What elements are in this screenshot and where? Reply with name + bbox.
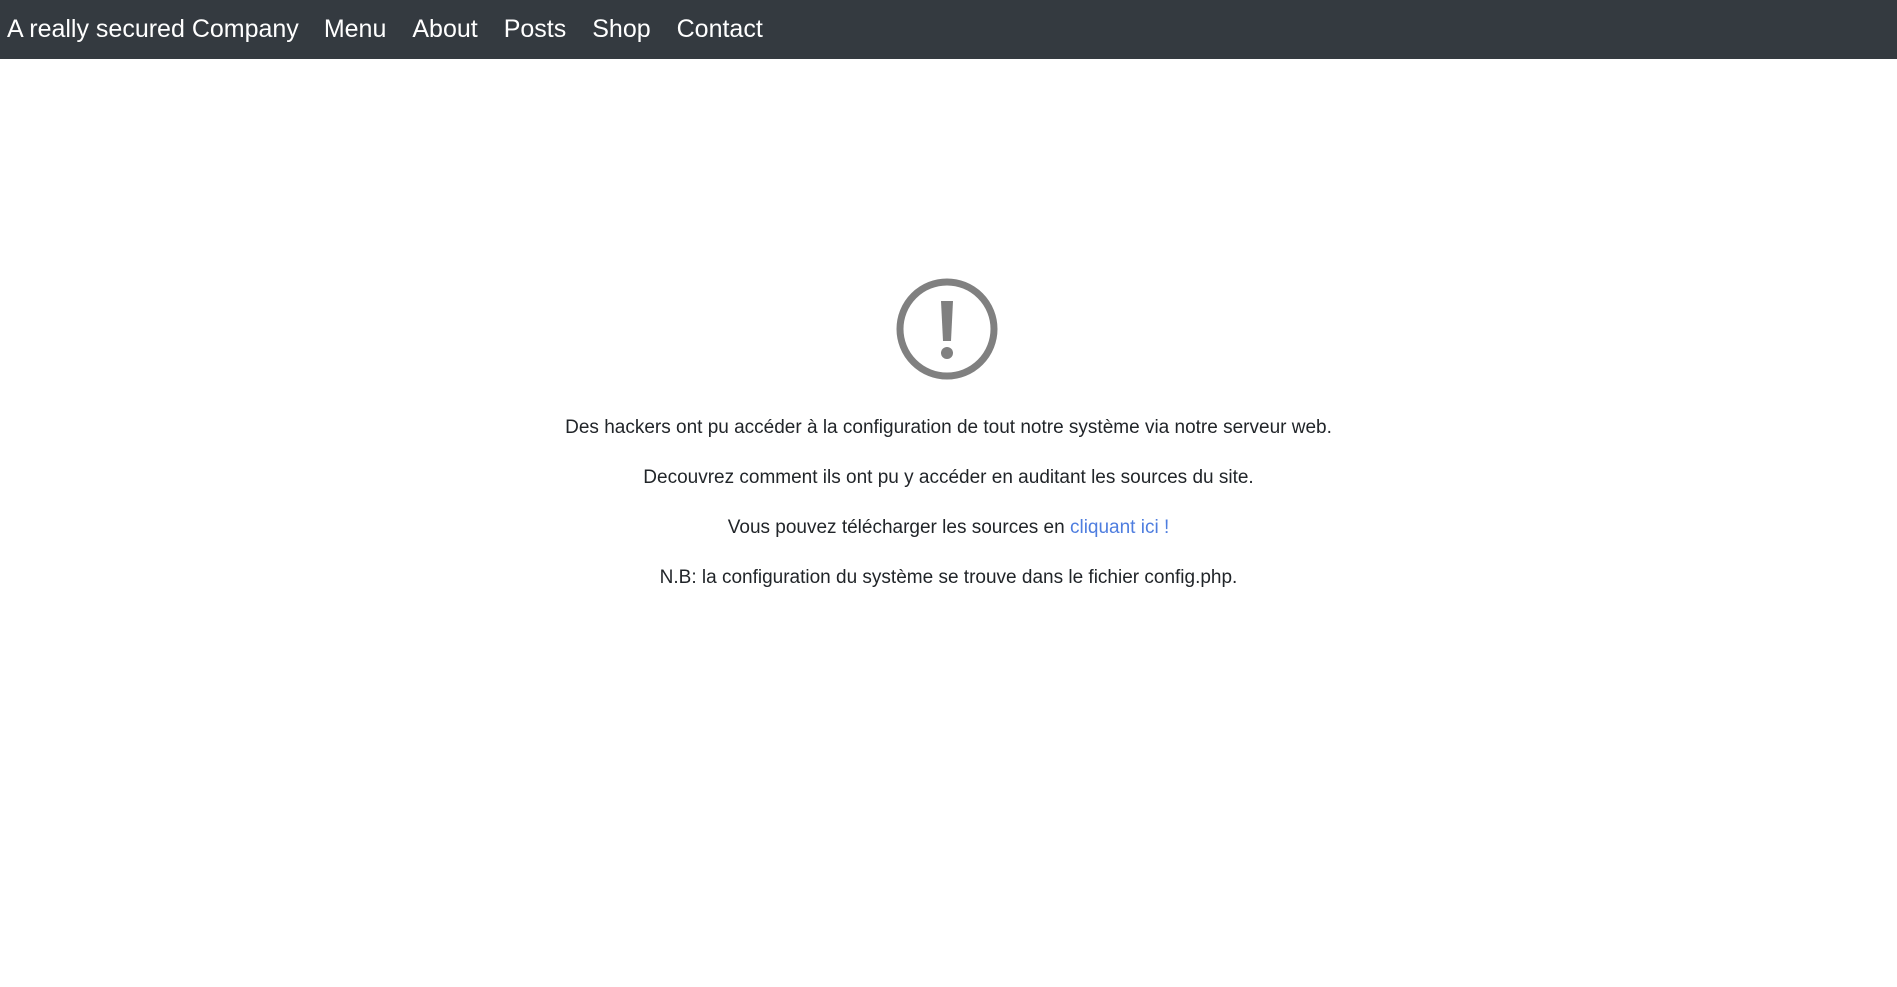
- download-text: Vous pouvez télécharger les sources en: [727, 517, 1070, 538]
- main-content: Des hackers ont pu accéder à la configur…: [0, 59, 1897, 987]
- brand-link[interactable]: A really secured Company: [7, 15, 299, 44]
- message-hackers: Des hackers ont pu accéder à la configur…: [565, 417, 1332, 438]
- nav-link-shop[interactable]: Shop: [592, 15, 650, 44]
- download-link[interactable]: cliquant ici !: [1070, 517, 1169, 538]
- message-config-note: N.B: la configuration du système se trou…: [659, 567, 1238, 588]
- nav-link-about[interactable]: About: [412, 15, 477, 44]
- navbar: A really secured Company Menu About Post…: [0, 0, 1897, 59]
- nav-link-contact[interactable]: Contact: [677, 15, 763, 44]
- exclamation-circle-icon: [896, 278, 998, 380]
- message-audit: Decouvrez comment ils ont pu y accéder e…: [643, 467, 1254, 488]
- message-download: Vous pouvez télécharger les sources en c…: [0, 517, 1897, 539]
- nav-link-posts[interactable]: Posts: [504, 15, 567, 44]
- nav-link-menu[interactable]: Menu: [324, 15, 387, 44]
